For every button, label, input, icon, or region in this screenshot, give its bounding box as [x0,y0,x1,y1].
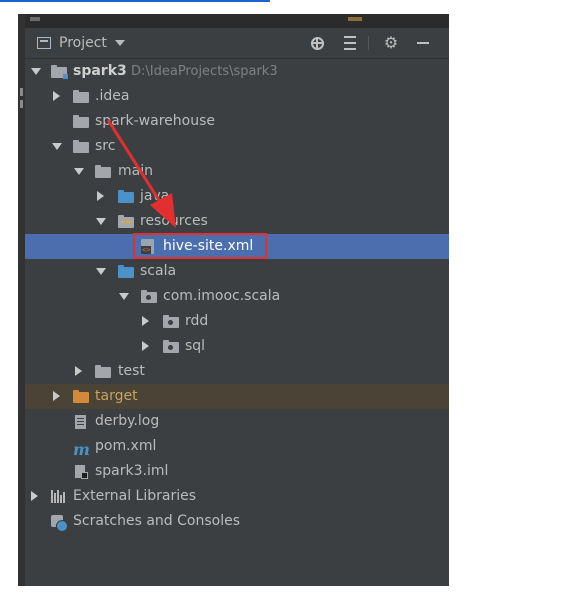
expanded-arrow-icon[interactable] [52,143,62,150]
editor-tab-strip [18,14,449,28]
view-selector[interactable]: Project [37,34,125,52]
collapsed-arrow-icon[interactable] [31,491,38,501]
tree-item-label: Scratches and Consoles [73,513,240,529]
xml-file-icon [141,239,157,254]
tree-item-label: scala [140,263,177,279]
tree-item-label: External Libraries [73,488,196,504]
tree-item-rdd[interactable]: rdd [25,309,449,334]
collapsed-arrow-icon[interactable] [75,366,82,376]
expanded-arrow-icon[interactable] [96,218,106,225]
tree-item-spark3-iml[interactable]: spark3.iml [25,459,449,484]
libraries-icon [51,490,67,503]
module-folder-icon [51,65,68,79]
collapsed-arrow-icon[interactable] [53,91,60,101]
folder-icon [95,165,111,178]
tree-item-com-imooc-scala[interactable]: com.imooc.scala [25,284,449,309]
folder-icon [73,90,89,103]
tree-item-label: spark-warehouse [95,113,215,129]
folder-icon [95,365,111,378]
toolbar-separator [368,36,369,50]
tree-item-spark-warehouse[interactable]: spark-warehouse [25,109,449,134]
tree-item-label: test [118,363,145,379]
tree-item-resources[interactable]: resources [25,209,449,234]
tree-item-label: target [95,388,138,404]
collapsed-arrow-icon[interactable] [142,316,149,326]
log-file-icon [75,415,91,429]
tree-item-external-libraries[interactable]: External Libraries [25,484,449,509]
expanded-arrow-icon[interactable] [119,293,129,300]
tree-item-scala[interactable]: scala [25,259,449,284]
tree-item-derby-log[interactable]: derby.log [25,409,449,434]
tree-item-src[interactable]: src [25,134,449,159]
settings-button[interactable]: ⚙ [381,33,401,53]
tree-item-label: java [140,188,170,204]
project-path: D:\IdeaProjects\spark3 [131,64,278,79]
package-icon [141,290,157,303]
resources-folder-icon [118,215,134,228]
tree-item-test[interactable]: test [25,359,449,384]
collapsed-arrow-icon[interactable] [53,391,60,401]
source-folder-icon [118,265,134,278]
iml-file-icon [75,465,91,479]
tree-item-label: derby.log [95,413,160,429]
expanded-arrow-icon[interactable] [31,68,41,75]
tree-item-label: main [118,163,153,179]
tree-item-label: .idea [95,88,130,104]
locate-icon [310,36,324,50]
package-icon [163,315,179,328]
scratches-icon [51,515,68,532]
tree-item-label: com.imooc.scala [163,288,281,304]
expanded-arrow-icon[interactable] [96,268,106,275]
chevron-down-icon [114,40,125,46]
project-tool-window: Project ⚙ spark3 D:\IdeaProjects\spark3 [18,14,449,586]
tree-item-label: pom.xml [95,438,157,454]
tree-item-label: sql [185,338,206,354]
collapsed-arrow-icon[interactable] [97,191,104,201]
tree-item-java[interactable]: java [25,184,449,209]
project-tree: spark3 D:\IdeaProjects\spark3 .idea spar… [25,59,449,534]
tree-item-hive-site-xml[interactable]: hive-site.xml [25,234,449,259]
locate-button[interactable] [307,33,327,53]
hide-icon [417,42,429,44]
tree-item-spark3[interactable]: spark3 D:\IdeaProjects\spark3 [25,59,449,84]
tree-item-label: src [95,138,116,154]
tree-item-scratches[interactable]: Scratches and Consoles [25,509,449,534]
excluded-folder-icon [73,390,89,403]
tree-item-label: resources [140,213,208,229]
maven-icon: m [73,440,90,459]
gear-icon: ⚙ [383,33,399,52]
tree-item-sql[interactable]: sql [25,334,449,359]
folder-icon [73,115,89,128]
tree-item-label: spark3.iml [95,463,169,479]
tree-item-label: rdd [185,313,209,329]
folder-icon [73,140,89,153]
tree-item-main[interactable]: main [25,159,449,184]
source-folder-icon [118,190,134,203]
project-view-icon [37,37,51,49]
view-selector-label: Project [59,35,107,51]
collapsed-arrow-icon[interactable] [142,341,149,351]
project-toolbar: Project ⚙ [25,28,449,59]
top-selection-line [0,0,270,2]
collapse-all-button[interactable] [340,33,360,53]
side-tool-strip [18,14,25,586]
package-icon [163,340,179,353]
expanded-arrow-icon[interactable] [74,168,84,175]
tree-item-pom-xml[interactable]: m pom.xml [25,434,449,459]
tree-item-label: spark3 [73,63,127,79]
collapse-all-icon [344,36,356,50]
tree-item-label: hive-site.xml [163,238,254,254]
tree-item-idea[interactable]: .idea [25,84,449,109]
hide-button[interactable] [413,33,433,53]
tree-item-target[interactable]: target [25,384,449,409]
